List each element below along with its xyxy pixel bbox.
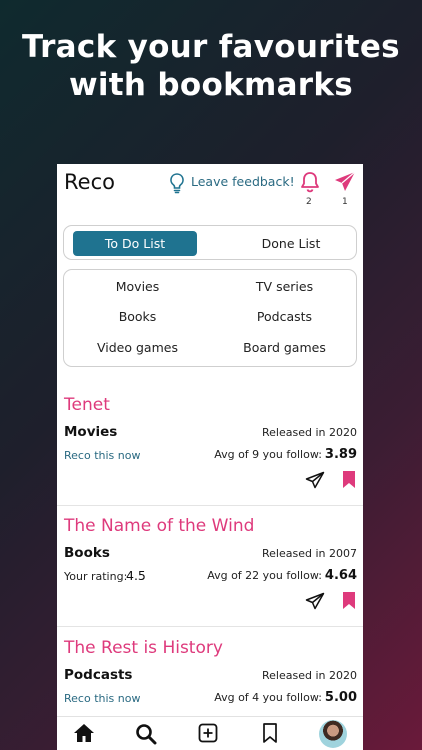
item-release: Released in 2007 [262,547,357,560]
item-title[interactable]: Tenet [64,395,110,415]
item-title[interactable]: The Name of the Wind [64,516,254,536]
rating-label: Your rating: [64,570,128,583]
category-video-games[interactable]: Video games [64,340,211,355]
leave-feedback-link[interactable]: Leave feedback! [191,174,295,189]
category-tv-series[interactable]: TV series [211,279,358,294]
send-icon[interactable] [305,471,325,493]
tab-to-do-list[interactable]: To Do List [73,231,197,256]
promo-line-2: with bookmarks [68,67,354,103]
add-icon[interactable] [198,723,218,747]
reco-this-now-link[interactable]: Reco this now [64,692,140,705]
promo-headline: Track your favourites with bookmarks [0,28,422,104]
category-movies[interactable]: Movies [64,279,211,294]
paper-plane-icon[interactable] [333,170,357,198]
bookmark-icon[interactable] [342,592,356,613]
avg-value: 3.89 [324,447,357,462]
profile-avatar[interactable] [319,720,347,748]
search-icon[interactable] [135,723,157,749]
item-type: Movies [64,424,118,440]
bookmarks-icon[interactable] [262,723,278,747]
category-filter: Movies TV series Books Podcasts Video ga… [63,269,357,367]
reco-this-now-link[interactable]: Reco this now [64,449,140,462]
send-icon[interactable] [305,592,325,614]
notification-count: 2 [306,197,312,207]
list-item[interactable]: Tenet Movies Released in 2020 Reco this … [57,395,363,515]
home-icon[interactable] [73,723,95,747]
item-release: Released in 2020 [262,426,357,439]
app-title: Reco [64,170,115,194]
rating-value: 4.5 [126,568,146,583]
top-bar: Reco Leave feedback! 2 1 [57,164,363,216]
category-podcasts[interactable]: Podcasts [211,309,358,324]
category-books[interactable]: Books [64,309,211,324]
promo-line-1: Track your favourites [22,29,400,65]
item-release: Released in 2020 [262,669,357,682]
tab-done-list[interactable]: Done List [229,231,353,256]
avg-value: 4.64 [324,568,357,583]
phone-screen: Reco Leave feedback! 2 1 To Do List Done… [57,164,363,750]
sent-count: 1 [342,197,348,207]
item-average: Avg of 4 you follow: 5.00 [214,690,357,705]
divider [57,505,363,506]
item-type: Podcasts [64,667,133,683]
item-title[interactable]: The Rest is History [64,638,223,658]
item-average: Avg of 9 you follow: 3.89 [214,447,357,462]
bell-icon[interactable] [299,170,321,198]
lightbulb-icon[interactable] [168,172,186,198]
avg-label: Avg of 9 you follow: [214,448,322,461]
bookmark-icon[interactable] [342,471,356,492]
list-toggle: To Do List Done List [63,225,357,260]
avg-value: 5.00 [324,690,357,705]
avg-label: Avg of 22 you follow: [207,569,322,582]
list-item[interactable]: The Name of the Wind Books Released in 2… [57,516,363,636]
item-type: Books [64,545,110,561]
item-average: Avg of 22 you follow: 4.64 [207,568,357,583]
avg-label: Avg of 4 you follow: [214,691,322,704]
bottom-navigation [57,716,363,750]
category-board-games[interactable]: Board games [211,340,358,355]
divider [57,626,363,627]
